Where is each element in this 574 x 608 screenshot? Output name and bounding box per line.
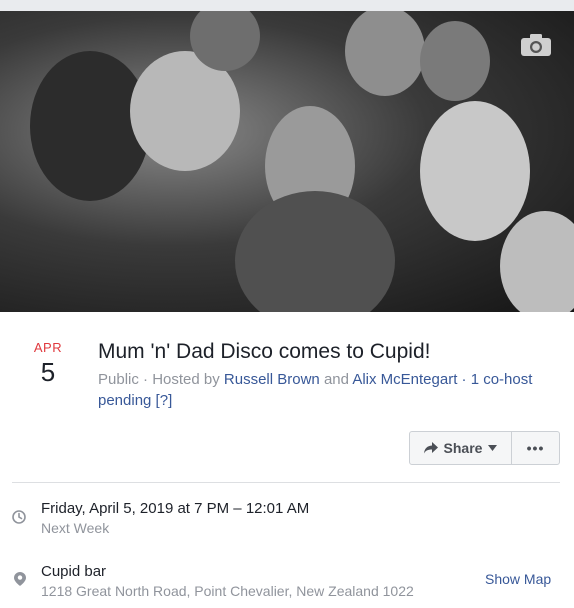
privacy-label: Public — [98, 371, 139, 388]
show-map-link[interactable]: Show Map — [485, 571, 551, 587]
share-button[interactable]: Share — [410, 432, 512, 464]
more-options-button[interactable]: ••• — [512, 432, 559, 464]
clock-icon — [12, 510, 26, 524]
and-text: and — [319, 371, 353, 388]
event-month: APR — [33, 340, 63, 355]
share-arrow-icon — [423, 442, 438, 454]
chevron-down-icon — [488, 445, 498, 451]
top-strip — [0, 0, 574, 11]
event-title: Mum 'n' Dad Disco comes to Cupid! — [98, 340, 431, 363]
cover-photo[interactable] — [0, 11, 574, 312]
event-date: APR 5 — [28, 340, 68, 388]
cover-figure — [345, 11, 425, 96]
event-day: 5 — [40, 357, 56, 387]
hosted-by-text: · Hosted by — [138, 371, 224, 388]
cover-figure — [235, 191, 395, 312]
location-pin-icon — [14, 572, 26, 586]
host-link-russell-brown[interactable]: Russell Brown — [224, 371, 320, 388]
camera-icon[interactable] — [520, 33, 552, 57]
event-time-relative: Next Week — [41, 520, 110, 536]
event-actions: Share ••• — [409, 431, 560, 465]
event-time: Friday, April 5, 2019 at 7 PM – 12:01 AM — [41, 500, 310, 517]
location-name[interactable]: Cupid bar — [41, 563, 106, 580]
location-address: 1218 Great North Road, Point Chevalier, … — [41, 583, 414, 599]
section-divider — [12, 482, 560, 483]
cover-figure — [500, 211, 574, 312]
event-meta: Public · Hosted by Russell Brown and Ali… — [98, 369, 548, 411]
cover-figure — [420, 21, 490, 101]
share-label: Share — [443, 440, 483, 456]
host-link-alix-mcentegart[interactable]: Alix McEntegart — [352, 371, 457, 388]
cover-figure — [420, 101, 530, 241]
